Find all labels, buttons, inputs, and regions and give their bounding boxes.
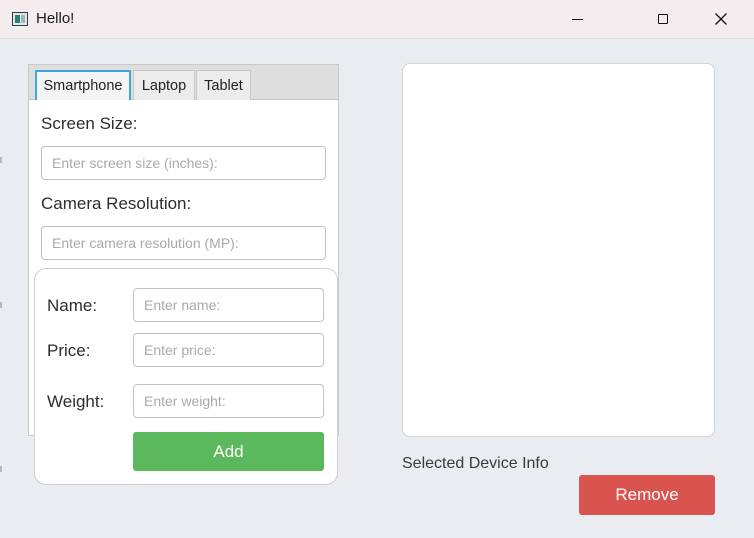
price-input[interactable] bbox=[133, 333, 324, 367]
app-icon bbox=[12, 12, 28, 26]
maximize-button[interactable] bbox=[640, 0, 686, 38]
device-list[interactable] bbox=[402, 63, 715, 437]
name-label: Name: bbox=[47, 296, 98, 315]
minimize-button[interactable] bbox=[554, 0, 600, 38]
edge-mark bbox=[0, 302, 2, 308]
edge-mark bbox=[0, 157, 2, 163]
camera-resolution-label: Camera Resolution: bbox=[41, 194, 192, 213]
edge-mark bbox=[0, 466, 2, 472]
selected-device-info-label: Selected Device Info bbox=[402, 455, 549, 472]
weight-label: Weight: bbox=[47, 392, 105, 411]
tab-bar: Smartphone Laptop Tablet bbox=[29, 65, 338, 100]
tab-smartphone[interactable]: Smartphone bbox=[35, 70, 131, 100]
remove-button[interactable]: Remove bbox=[579, 475, 715, 515]
close-button[interactable] bbox=[698, 0, 744, 38]
screen-size-label: Screen Size: bbox=[41, 114, 138, 133]
title-bar: Hello! bbox=[0, 0, 754, 39]
window-title: Hello! bbox=[36, 10, 75, 27]
tab-tablet[interactable]: Tablet bbox=[196, 70, 251, 100]
maximize-icon bbox=[658, 14, 668, 24]
tab-laptop[interactable]: Laptop bbox=[133, 70, 195, 100]
close-icon bbox=[715, 13, 727, 25]
price-label: Price: bbox=[47, 341, 91, 360]
screen-size-input[interactable] bbox=[41, 146, 326, 180]
camera-resolution-input[interactable] bbox=[41, 226, 326, 260]
name-input[interactable] bbox=[133, 288, 324, 322]
minimize-icon bbox=[571, 18, 583, 20]
weight-input[interactable] bbox=[133, 384, 324, 418]
add-button[interactable]: Add bbox=[133, 432, 324, 471]
